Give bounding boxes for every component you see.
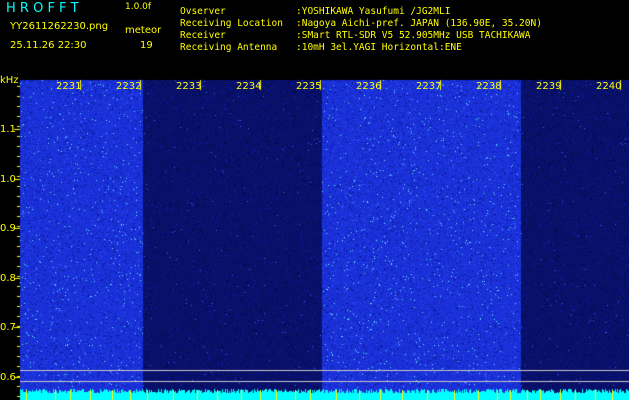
y-tick-label: 1.1: [0, 124, 16, 135]
y-tick-label: 0.6: [0, 372, 16, 383]
antenna-value: :10mH 3el.YAGI Horizontal:ENE: [296, 42, 462, 53]
y-tick-label: 1.0: [0, 174, 16, 185]
x-tick-label: 2232: [116, 81, 142, 92]
x-tick-label: 2237: [416, 81, 442, 92]
meteor-count: 19: [140, 40, 153, 51]
version-label: 1.0.0f: [125, 2, 152, 12]
x-tick-label: 2240: [596, 81, 622, 92]
y-tick-label: 0.7: [0, 322, 16, 333]
antenna-label: Receiving Antenna: [180, 42, 278, 53]
receiver-value: :SMart RTL-SDR V5 52.905MHz USB TACHIKAW…: [296, 30, 531, 41]
app-title: H R O F F T: [6, 1, 79, 16]
x-tick-label: 2233: [176, 81, 202, 92]
location-label: Receiving Location: [180, 18, 283, 29]
filename-label: YY2611262230.png: [10, 21, 109, 32]
observer-value: :YOSHIKAWA Yasufumi /JG2MLI: [296, 6, 451, 17]
y-tick-label: 0.8: [0, 273, 16, 284]
x-tick-label: 2231: [56, 81, 82, 92]
observer-label: Ovserver: [180, 6, 226, 17]
spectrogram-canvas: [0, 0, 629, 400]
meteor-label: meteor: [125, 25, 162, 36]
x-tick-label: 2238: [476, 81, 502, 92]
x-tick-label: 2236: [356, 81, 382, 92]
x-tick-label: 2239: [536, 81, 562, 92]
x-tick-label: 2234: [236, 81, 262, 92]
datetime-label: 25.11.26 22:30: [10, 40, 87, 51]
location-value: :Nagoya Aichi-pref. JAPAN (136.90E, 35.2…: [296, 18, 542, 29]
receiver-label: Receiver: [180, 30, 226, 41]
x-tick-label: 2235: [296, 81, 322, 92]
y-tick-label: 0.9: [0, 223, 16, 234]
y-axis-unit: kHz: [0, 75, 19, 86]
